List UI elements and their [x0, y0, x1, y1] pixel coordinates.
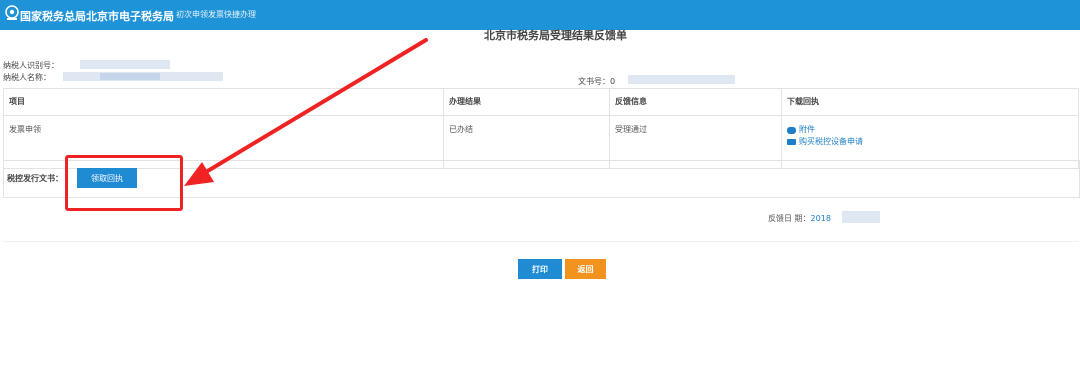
- site-brand: 国家税务总局北京市电子税务局: [20, 10, 174, 23]
- tax-bureau-logo-icon: [5, 5, 19, 20]
- doc-number-label: 文书号：0: [578, 77, 616, 86]
- taxpayer-id-label: 纳税人识别号：: [3, 61, 59, 70]
- feedback-date: 反馈日 期：2018: [768, 213, 831, 224]
- back-button[interactable]: 返回: [565, 259, 606, 279]
- cloud-download-icon: [787, 126, 796, 134]
- column-header: 反馈信息: [609, 88, 782, 116]
- feedback-date-value: 2018: [810, 214, 831, 223]
- divider: [3, 241, 1078, 242]
- print-button[interactable]: 打印: [518, 259, 562, 279]
- feedback-date-label: 反馈日 期：: [768, 214, 811, 223]
- site-subtitle: 初次申领发票快捷办理: [176, 10, 256, 19]
- taxpayer-name-redacted-dark: [100, 73, 160, 80]
- device-request-link[interactable]: 购买税控设备申请: [787, 136, 1073, 148]
- document-title: 北京市税务局受理结果反馈单: [484, 29, 627, 42]
- column-header: 项目: [3, 88, 444, 116]
- annotation-highlight-box: [65, 155, 183, 211]
- column-header: 下载回执: [781, 88, 1079, 116]
- tax-control-label: 税控发行文书：: [7, 174, 63, 183]
- taxpayer-name-label: 纳税人名称：: [3, 73, 51, 82]
- device-request-label: 购买税控设备申请: [799, 137, 863, 146]
- column-header: 办理结果: [443, 88, 610, 116]
- doc-number-redacted: [628, 75, 735, 84]
- attachment-link[interactable]: 附件: [787, 124, 1073, 136]
- header-bar: 国家税务总局北京市电子税务局 初次申领发票快捷办理: [0, 0, 1080, 30]
- taxpayer-id-redacted: [80, 60, 170, 69]
- attachment-label: 附件: [799, 125, 815, 134]
- card-icon: [787, 139, 796, 145]
- table-header-row: 项目 办理结果 反馈信息 下载回执: [3, 88, 1079, 116]
- feedback-date-redacted: [842, 211, 880, 223]
